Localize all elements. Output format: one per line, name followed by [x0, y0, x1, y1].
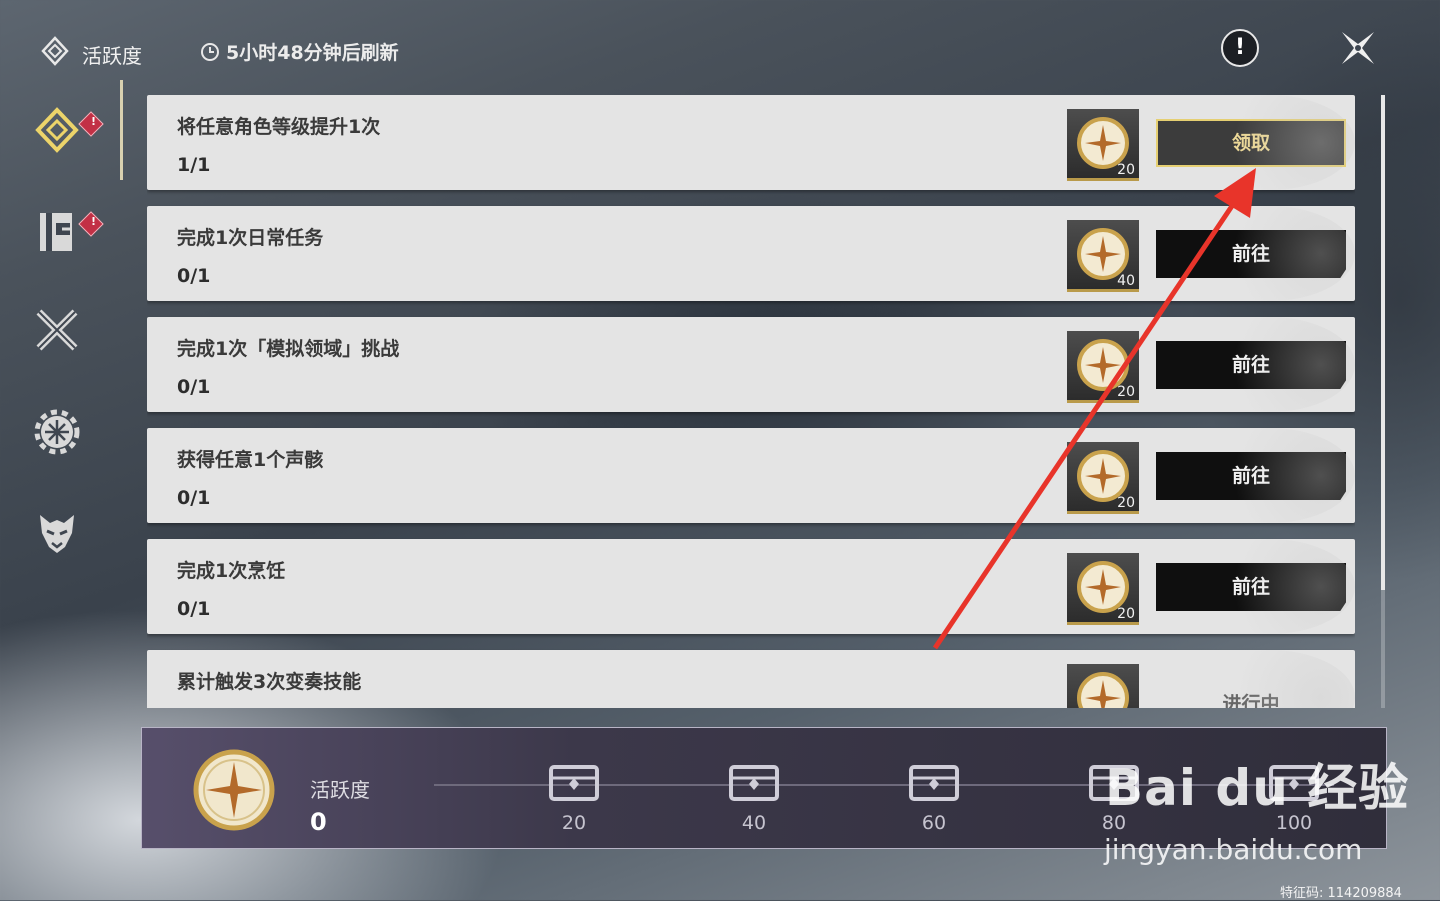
- watermark-brand: Bai du 经验: [1105, 759, 1410, 817]
- watermark-code: 特征码: 114209884: [1280, 886, 1402, 901]
- watermark-url: jingyan.baidu.com: [1104, 833, 1363, 866]
